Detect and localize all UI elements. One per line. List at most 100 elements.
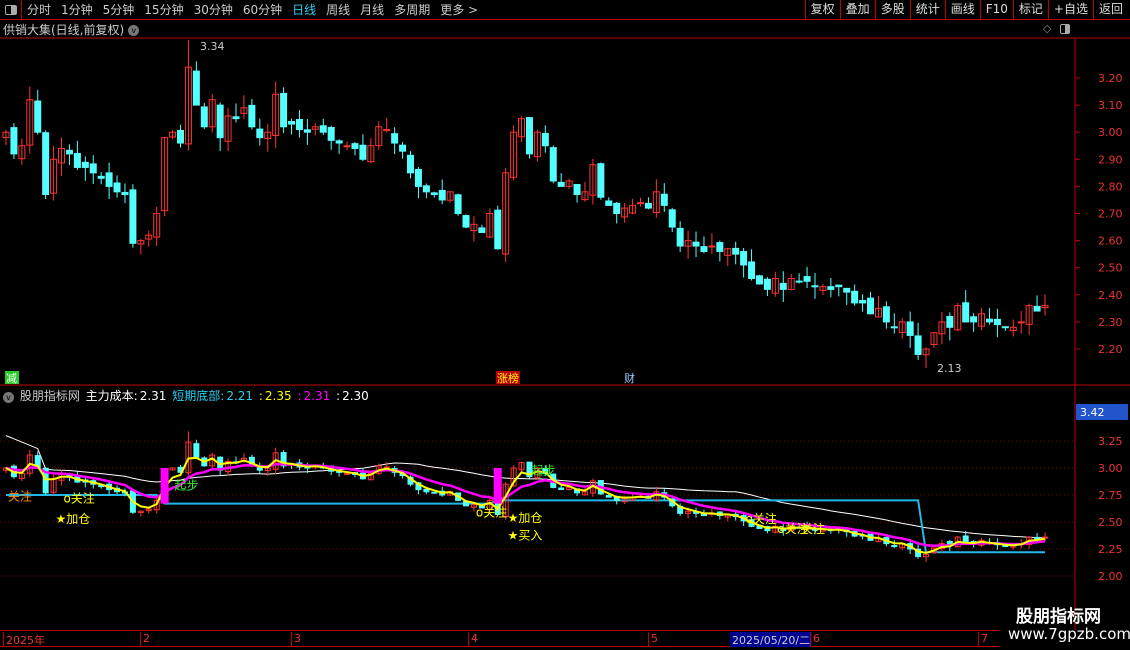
- chevron-down-icon[interactable]: v: [3, 392, 14, 403]
- sep: :: [336, 389, 341, 403]
- candle-body: [462, 215, 470, 228]
- kline-chart[interactable]: 3.20 3.10 3.00 2.90 2.80 2.70 2.60 2.50 2.40 2.30…: [0, 0, 1130, 650]
- candle-body: [891, 545, 898, 548]
- candle-body: [962, 302, 970, 323]
- signal-icon: ★: [508, 511, 519, 525]
- watermark-title: 股朋指标网: [1016, 607, 1101, 627]
- candle-body: [351, 143, 359, 149]
- signal-text: 起步: [531, 463, 555, 477]
- candle-body: [748, 261, 756, 280]
- date-axis: 2025/05/20/二 2025年 2 3 4 5 6 7: [0, 630, 1000, 647]
- high-marker: 3.34: [200, 40, 225, 53]
- signal-icon: o: [777, 522, 784, 536]
- candle-body: [343, 145, 351, 148]
- candle-body: [232, 116, 240, 120]
- candle-body: [985, 318, 993, 323]
- candle-body: [541, 132, 549, 147]
- main-cost-value: 2.31: [139, 389, 167, 403]
- candle-body: [344, 472, 351, 475]
- candle-body: [97, 175, 105, 179]
- candle-body: [414, 168, 422, 187]
- signal-label: o关注: [476, 505, 507, 520]
- candle-body: [176, 129, 184, 144]
- candle-body: [906, 321, 914, 336]
- candle-body: [890, 326, 898, 329]
- signal-icon: ★: [56, 512, 67, 526]
- candle-body: [454, 194, 462, 214]
- candle-body: [1017, 321, 1025, 324]
- candle-body: [716, 242, 724, 252]
- candle-body: [637, 202, 645, 205]
- candle-body: [676, 227, 684, 247]
- signal-icon: ★: [508, 528, 519, 542]
- candle-body: [851, 290, 859, 304]
- ind-tick-label: 2.25: [1098, 543, 1123, 556]
- candle-body: [327, 126, 335, 141]
- candle-body: [867, 297, 875, 315]
- signal-text: 关注: [801, 521, 825, 536]
- yellow-value: 2.35: [264, 389, 292, 403]
- main-cost-label: 主力成本:: [85, 389, 138, 403]
- candle-body: [803, 276, 811, 282]
- price-tick-label: 2.30: [1098, 316, 1123, 329]
- candle-body: [10, 127, 18, 155]
- candle-body: [129, 189, 137, 244]
- candle-body: [779, 282, 787, 290]
- ind-tick-label: 2.00: [1098, 570, 1123, 583]
- ind-tick-label: 3.00: [1098, 462, 1123, 475]
- candle-body: [613, 202, 621, 215]
- candle-body: [430, 192, 438, 196]
- candle-body: [73, 152, 81, 168]
- candle-body: [105, 172, 113, 187]
- candle-body: [216, 104, 224, 139]
- candle-body: [406, 154, 414, 174]
- price-tick-label: 3.10: [1098, 99, 1123, 112]
- signal-icon: o: [476, 506, 483, 520]
- candle-body: [605, 494, 612, 498]
- candle-body: [843, 287, 851, 293]
- candle-body: [946, 316, 954, 328]
- candle-body: [113, 182, 121, 193]
- candle-body: [525, 117, 533, 155]
- candle-body: [914, 335, 922, 355]
- signal-label: o关注: [746, 511, 777, 526]
- candle-body: [193, 443, 200, 458]
- candle-body: [200, 106, 208, 128]
- candle-body: [34, 100, 42, 133]
- price-tick-label: 2.90: [1098, 153, 1123, 166]
- candle-body: [859, 300, 867, 304]
- candle-body: [494, 209, 502, 250]
- date-label: 2: [140, 632, 150, 647]
- candle-body: [319, 125, 327, 133]
- indicator-header: v 股朋指标网 主力成本: 2.31 短期底部: 2.21 :2.35 :2.31 …: [3, 387, 371, 404]
- price-tick-label: 2.50: [1098, 262, 1123, 275]
- short-bottom-value: 2.21: [226, 389, 254, 403]
- candle-body: [121, 191, 129, 196]
- signal-bar: [160, 468, 169, 504]
- candle-body: [660, 193, 668, 206]
- ind-tick-label: 2.75: [1098, 489, 1123, 502]
- candle-body: [478, 227, 486, 233]
- signal-label: 关注: [801, 521, 825, 536]
- price-tick-label: 3.00: [1098, 126, 1123, 139]
- date-label: 5: [648, 632, 658, 647]
- candle-body: [668, 209, 676, 228]
- candle-body: [549, 147, 557, 182]
- signal-icon: o: [63, 492, 70, 506]
- signal-icon: o: [746, 512, 753, 526]
- signal-label: o关注: [63, 491, 94, 506]
- magenta-value: 2.31: [303, 389, 331, 403]
- ind-tick-label: 3.25: [1098, 435, 1123, 448]
- signal-text: 加仓: [66, 512, 90, 526]
- low-marker: 2.13: [937, 362, 962, 375]
- main-candles: [2, 40, 1049, 368]
- candle-body: [597, 163, 605, 198]
- candle-body: [359, 144, 367, 160]
- candle-body: [438, 189, 446, 201]
- cursor-value: 3.42: [1080, 406, 1105, 419]
- signal-label: 起步: [174, 479, 198, 493]
- signal-bar: [493, 468, 502, 504]
- short-bottom-label: 短期底部:: [172, 389, 225, 403]
- signal-text: 关注: [8, 488, 32, 503]
- candle-body: [573, 184, 581, 196]
